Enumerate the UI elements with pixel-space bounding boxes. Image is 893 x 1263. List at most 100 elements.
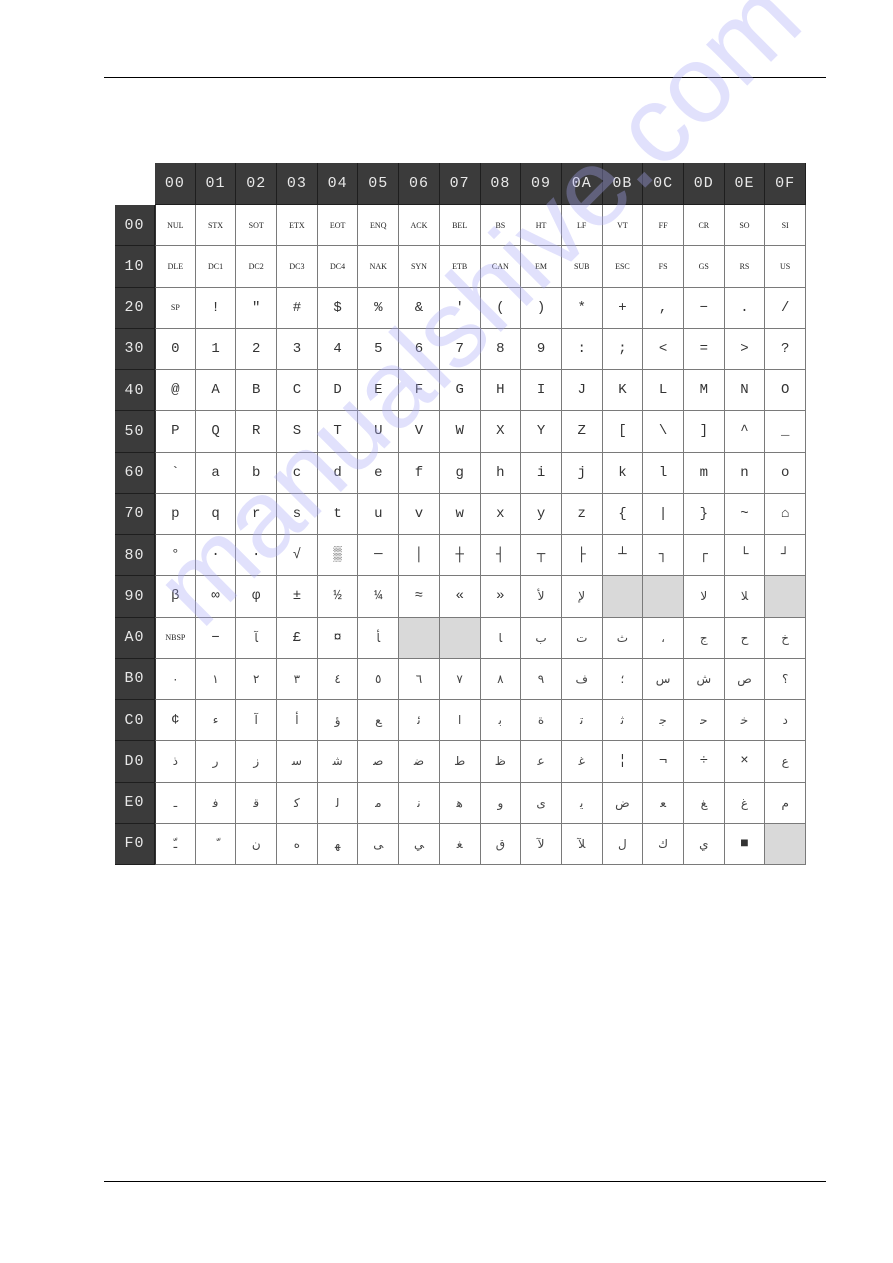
table-cell: ┬	[521, 535, 562, 577]
table-cell: B	[236, 370, 278, 412]
table-cell: *	[561, 287, 603, 329]
table-cell: φ	[236, 576, 278, 618]
table-cell: ﻟ	[317, 782, 359, 824]
table-cell: =	[683, 328, 725, 370]
table-cell: ﺹ	[724, 658, 766, 700]
table-cell: ﺣ	[683, 700, 725, 742]
table-cell: RS	[724, 246, 766, 288]
row-header: E0	[115, 782, 155, 824]
table-cell: ﺥ	[765, 617, 806, 659]
table-cell: \	[643, 411, 684, 453]
table-cell: P	[155, 411, 196, 453]
table-cell: °	[155, 535, 196, 577]
table-cell: £	[277, 617, 318, 659]
table-cell: ¢	[155, 700, 196, 742]
table-cell: ▒	[317, 535, 359, 577]
table-cell: ﻋ	[521, 741, 562, 783]
table-cell: ﻍ	[724, 782, 766, 824]
column-header: 0B	[602, 163, 644, 205]
row-header: 30	[115, 328, 155, 370]
table-cell: ﺧ	[724, 700, 766, 742]
table-cell: ﺿ	[399, 741, 440, 783]
table-cell: h	[480, 452, 522, 494]
table-cell: └	[724, 535, 766, 577]
table-cell: ﻱ	[683, 823, 725, 865]
table-cell: β	[155, 576, 196, 618]
table-cell: ,	[643, 287, 684, 329]
table-cell: VT	[602, 205, 644, 247]
table-cell: %	[358, 287, 400, 329]
table-cell: ﻅ	[480, 741, 522, 783]
table-cell: {	[602, 493, 644, 535]
column-header: 00	[155, 163, 196, 205]
table-cell: O	[765, 370, 806, 412]
table-cell: NBSP	[155, 617, 196, 659]
table-cell: ﻐ	[439, 823, 481, 865]
table-cell: ﺑ	[480, 700, 522, 742]
column-header: 05	[358, 163, 400, 205]
table-cell: 9	[521, 328, 562, 370]
table-cell: ﻯ	[521, 782, 562, 824]
table-cell: SOT	[236, 205, 278, 247]
table-cell: /	[765, 287, 806, 329]
table-cell: C	[277, 370, 318, 412]
table-cell: ﻑ	[561, 658, 603, 700]
table-cell: FF	[643, 205, 684, 247]
table-cell: ٢	[236, 658, 278, 700]
table-cell: l	[643, 452, 684, 494]
table-cell: '	[439, 287, 481, 329]
table-cell: y	[521, 493, 562, 535]
table-cell: ؛	[602, 658, 644, 700]
column-header: 09	[521, 163, 562, 205]
table-cell: ﺝ	[683, 617, 725, 659]
table-cell: LF	[561, 205, 603, 247]
table-cell: G	[439, 370, 481, 412]
table-cell: ¬	[643, 741, 684, 783]
table-cell: │	[399, 535, 440, 577]
table-cell: o	[765, 452, 806, 494]
table-cell: )	[521, 287, 562, 329]
table-cell: ﻡ	[765, 782, 806, 824]
table-cell: ½	[317, 576, 359, 618]
table-cell: ﺡ	[724, 617, 766, 659]
table-cell: &	[399, 287, 440, 329]
table-cell: DLE	[155, 246, 196, 288]
table-cell: ﺷ	[317, 741, 359, 783]
table-cell: FS	[643, 246, 684, 288]
table-cell: CR	[683, 205, 725, 247]
table-cell: ﺱ	[643, 658, 684, 700]
column-header: 0F	[765, 163, 806, 205]
table-cell: ·	[195, 535, 237, 577]
row-header: B0	[115, 658, 155, 700]
table-cell: ﻏ	[561, 741, 603, 783]
table-cell: E	[358, 370, 400, 412]
table-cell: ±	[277, 576, 318, 618]
table-cell: X	[480, 411, 522, 453]
table-cell: H	[480, 370, 522, 412]
table-cell: ﻳ	[561, 782, 603, 824]
column-header: 0E	[724, 163, 766, 205]
column-header: 07	[439, 163, 481, 205]
table-cell: Y	[521, 411, 562, 453]
table-cell: ﺓ	[521, 700, 562, 742]
table-cell: 1	[195, 328, 237, 370]
table-cell: DC1	[195, 246, 237, 288]
table-cell: US	[765, 246, 806, 288]
table-cell: d	[317, 452, 359, 494]
table-cell: T	[317, 411, 359, 453]
table-cell: ﻷ	[521, 576, 562, 618]
footer-rule	[104, 1181, 826, 1182]
table-cell: ﻌ	[643, 782, 684, 824]
table-cell: ﺯ	[236, 741, 278, 783]
table-cell: 6	[399, 328, 440, 370]
table-cell: .	[724, 287, 766, 329]
table-cell: ├	[561, 535, 603, 577]
table-cell: ]	[683, 411, 725, 453]
column-header: 02	[236, 163, 278, 205]
table-cell: w	[439, 493, 481, 535]
table-cell: ∞	[195, 576, 237, 618]
table-cell: R	[236, 411, 278, 453]
table-cell: }	[683, 493, 725, 535]
table-cell: 7	[439, 328, 481, 370]
table-cell: ■	[724, 823, 766, 865]
